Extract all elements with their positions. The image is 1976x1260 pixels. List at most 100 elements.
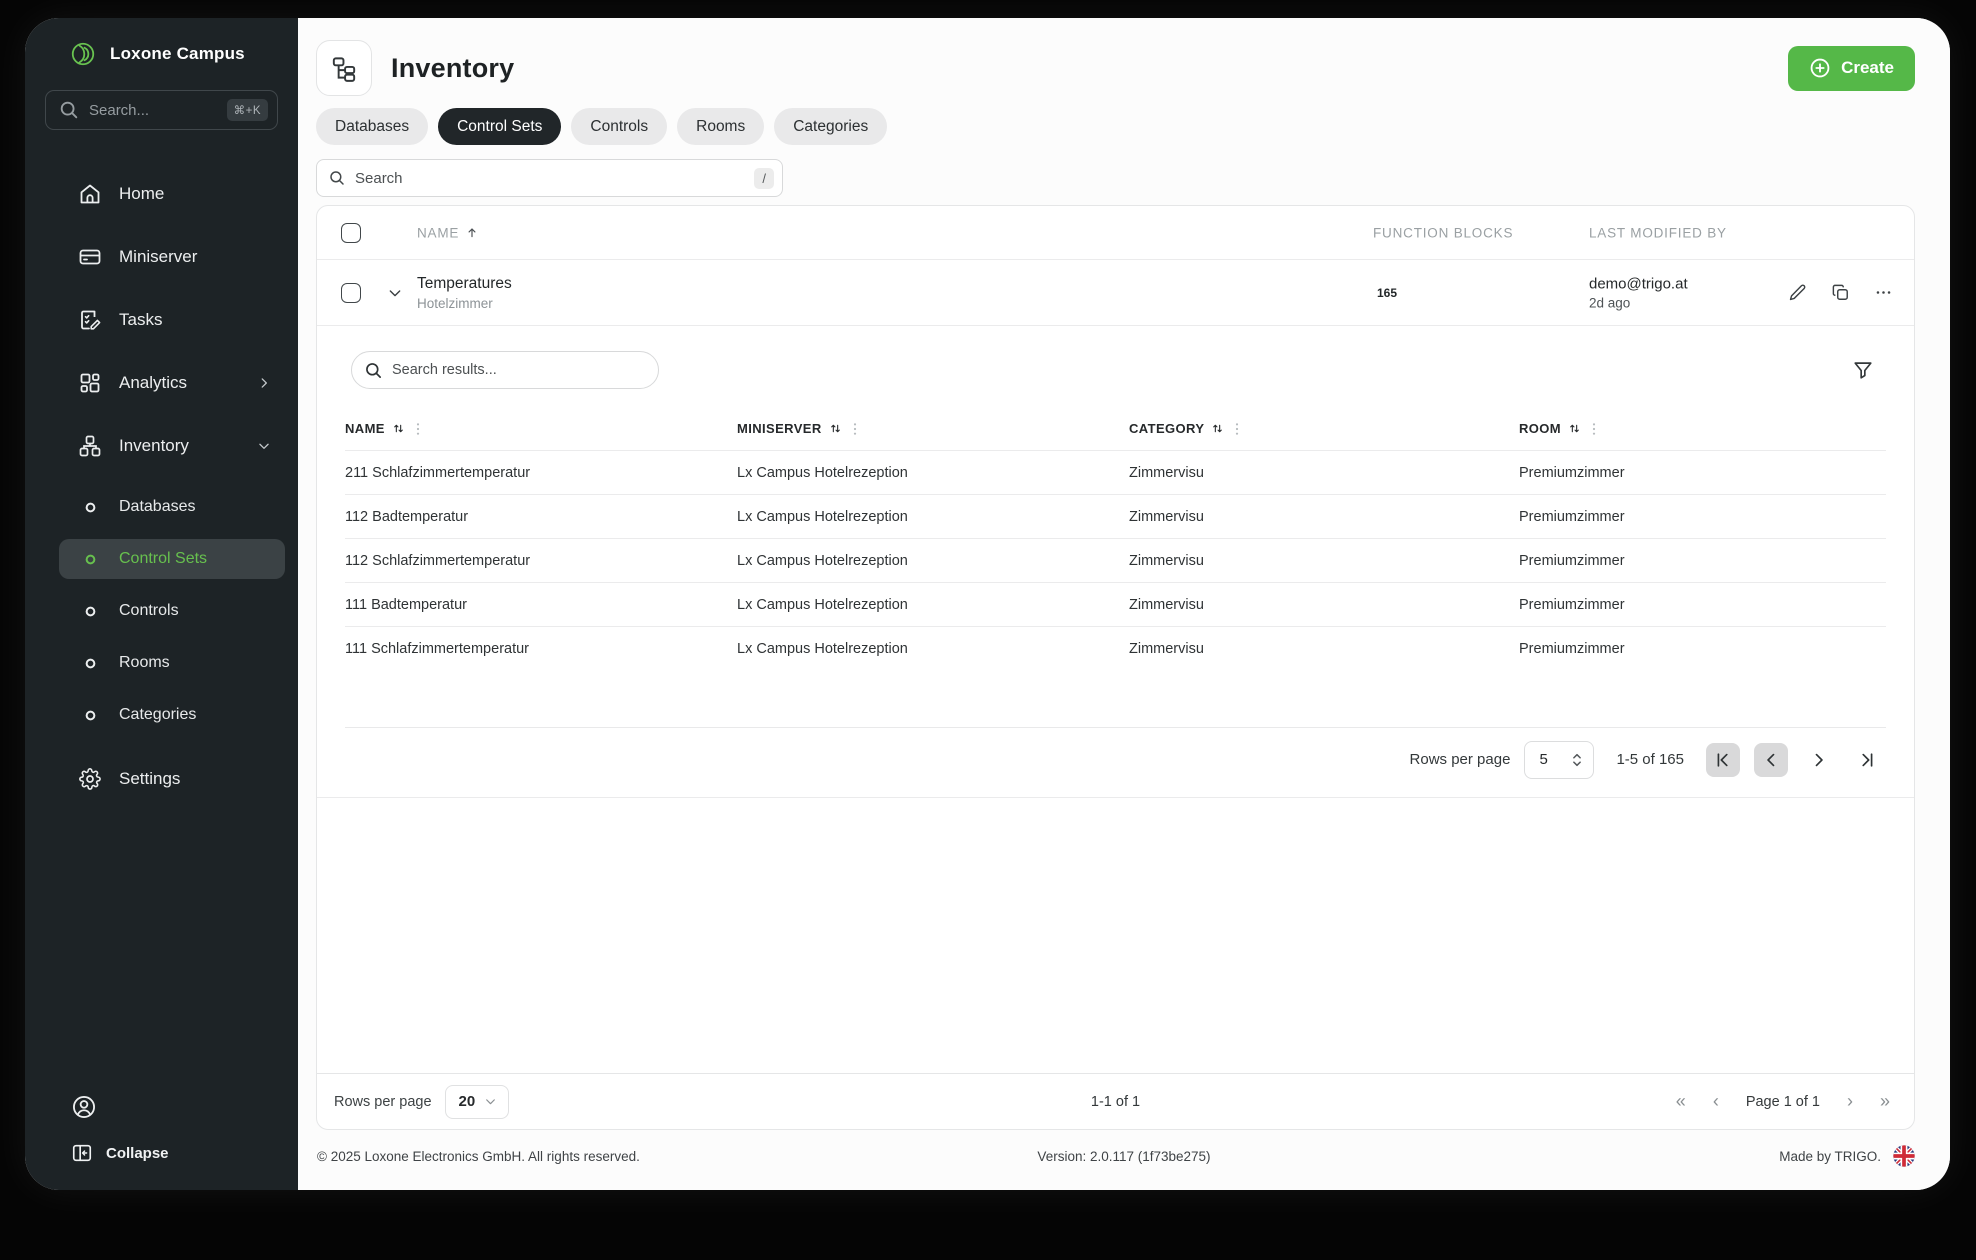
cell-room: Premiumzimmer [1519,464,1625,481]
next-page-button[interactable]: › [1847,1091,1853,1112]
sidebar-search[interactable]: ⌘+K [45,90,278,130]
row-checkbox[interactable] [341,282,361,303]
detail-column-miniserver[interactable]: MINISERVER [737,421,1129,436]
first-page-button[interactable] [1706,742,1740,777]
row-name-cell: Temperatures Hotelzimmer [417,275,512,311]
loxone-logo-icon [71,42,95,66]
previous-page-button[interactable] [1754,742,1788,777]
select-caret-icon [1573,753,1582,766]
last-modified-cell: demo@trigo.at 2d ago [1589,275,1688,310]
sidebar-item-tasks[interactable]: Tasks [59,298,285,342]
sidebar-item-label: Rooms [119,654,170,671]
collapse-sidebar-icon [72,1144,92,1162]
cell-name: 112 Badtemperatur [345,508,469,525]
cell-category: Zimmervisu [1129,508,1204,525]
sidebar-item-label: Analytics [119,373,188,392]
sidebar-item-home[interactable]: Home [59,172,285,216]
column-menu-icon[interactable] [849,422,861,436]
table-row-temperatures[interactable]: Temperatures Hotelzimmer 165 demo@trigo.… [317,260,1914,326]
sidebar-item-analytics[interactable]: Analytics [59,361,285,405]
previous-page-button[interactable]: ‹ [1713,1091,1719,1112]
results-search[interactable] [351,351,659,389]
detail-table-row[interactable]: 211 Schlafzimmertemperatur Lx Campus Hot… [345,450,1886,494]
inventory-title-icon-box [316,40,372,96]
uk-flag-icon[interactable] [1893,1145,1915,1167]
hierarchy-icon [332,57,356,82]
control-set-subtitle: Hotelzimmer [417,295,493,311]
last-page-button[interactable] [1850,743,1884,777]
results-search-input[interactable] [392,362,646,378]
cell-name: 111 Schlafzimmertemperatur [345,640,530,657]
cell-room: Premiumzimmer [1519,508,1625,525]
table-search[interactable]: / [316,159,783,197]
select-all-checkbox[interactable] [341,222,361,243]
detail-table-row[interactable]: 112 Schlafzimmertemperatur Lx Campus Hot… [345,538,1886,582]
sidebar-search-input[interactable] [89,101,218,119]
account-icon [73,1096,95,1118]
sidebar-item-categories[interactable]: Categories [59,695,285,735]
search-icon [330,171,344,185]
detail-table-body: 211 Schlafzimmertemperatur Lx Campus Hot… [345,450,1886,670]
page-indicator: Page 1 of 1 [1745,1093,1820,1110]
duplicate-button[interactable] [1829,282,1851,304]
tab-rooms[interactable]: Rooms [677,108,765,145]
detail-table-row[interactable]: 112 Badtemperatur Lx Campus Hotelrezepti… [345,494,1886,538]
tab-categories[interactable]: Categories [774,108,888,145]
control-set-name: Temperatures [417,274,512,292]
sort-icon [1570,424,1579,433]
table-search-input[interactable] [355,169,746,187]
sidebar-item-control-sets[interactable]: Control Sets [59,539,285,579]
sidebar-nav: Home Miniserver Tasks Analytics Inventor… [25,172,298,820]
rows-per-page-label: Rows per page [334,1093,432,1110]
column-name[interactable]: NAME [417,225,479,240]
sidebar-item-rooms[interactable]: Rooms [59,643,285,683]
detail-table-row[interactable]: 111 Schlafzimmertemperatur Lx Campus Hot… [345,626,1886,670]
detail-column-room[interactable]: ROOM [1519,421,1886,436]
sidebar-item-settings[interactable]: Settings [59,757,285,801]
column-menu-icon[interactable] [1588,422,1600,436]
rows-per-page-select[interactable]: 5 [1524,740,1595,779]
column-function-blocks[interactable]: FUNCTION BLOCKS [1373,225,1513,240]
edit-button[interactable] [1786,282,1808,304]
collapse-label: Collapse [106,1144,169,1162]
collapse-button[interactable]: Collapse [71,1142,285,1164]
column-menu-icon[interactable] [412,422,424,436]
sidebar-item-inventory[interactable]: Inventory [59,424,285,468]
rows-per-page-select[interactable]: 20 [444,1084,510,1119]
next-page-button[interactable] [1802,743,1836,777]
account-button[interactable] [71,1094,285,1120]
filter-button[interactable] [1852,357,1878,383]
expand-chevron-icon[interactable] [387,285,403,301]
sidebar-item-controls[interactable]: Controls [59,591,285,631]
create-button[interactable]: Create [1788,45,1915,91]
filter-icon [1854,362,1872,379]
more-actions-button[interactable] [1872,282,1894,304]
tab-controls[interactable]: Controls [571,108,668,145]
column-menu-icon[interactable] [1231,422,1243,436]
chevron-down-icon [486,1099,496,1105]
bullet-icon [78,710,102,721]
column-last-modified-by[interactable]: LAST MODIFIED BY [1589,225,1727,240]
cell-miniserver: Lx Campus Hotelrezeption [737,596,908,613]
cell-room: Premiumzimmer [1519,552,1625,569]
tab-databases[interactable]: Databases [316,108,429,145]
sort-asc-icon [468,228,476,238]
chevron-right-icon [261,378,267,388]
sidebar-item-miniserver[interactable]: Miniserver [59,235,285,279]
detail-column-name[interactable]: NAME [345,421,737,436]
first-page-button[interactable]: « [1676,1091,1686,1112]
detail-table-row[interactable]: 111 Badtemperatur Lx Campus Hotelrezepti… [345,582,1886,626]
tab-control-sets[interactable]: Control Sets [438,108,562,145]
cell-miniserver: Lx Campus Hotelrezeption [737,552,908,569]
detail-column-category[interactable]: CATEGORY [1129,421,1519,436]
last-page-button[interactable]: » [1880,1091,1890,1112]
home-icon [80,184,100,204]
cell-room: Premiumzimmer [1519,596,1625,613]
analytics-icon [80,373,100,393]
sidebar-bottom: Collapse [25,1094,298,1164]
tasks-icon [81,310,101,330]
pencil-icon [1789,284,1805,301]
sidebar-item-databases[interactable]: Databases [59,487,285,527]
table-footer: Rows per page 20 1-1 of 1 « ‹ Page 1 of … [317,1073,1914,1129]
sidebar-search-shortcut: ⌘+K [226,99,268,121]
